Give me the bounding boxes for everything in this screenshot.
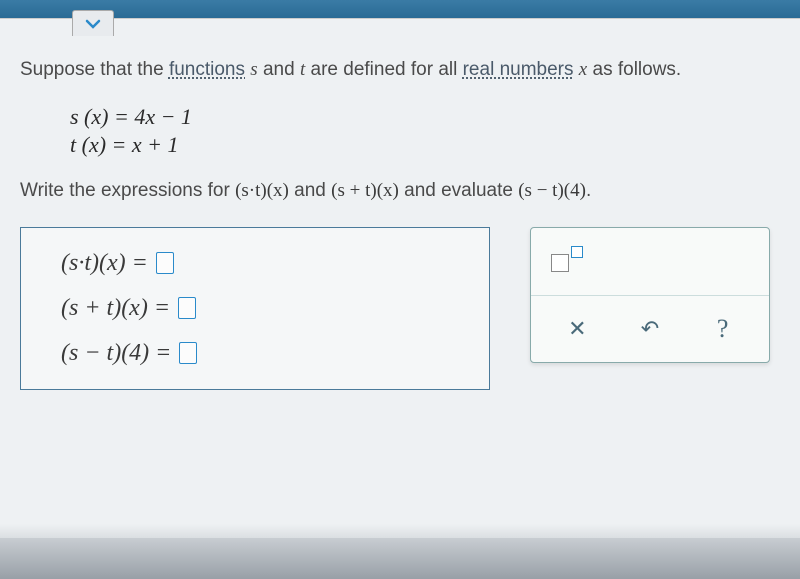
- question-icon: ?: [717, 314, 729, 343]
- tools-panel: ✕ ↶ ?: [530, 227, 770, 363]
- answer-box: (s·t)(x) = (s + t)(x) = (s − t)(4) =: [20, 227, 490, 390]
- text: Suppose that the: [20, 59, 169, 80]
- text: and evaluate: [399, 180, 518, 201]
- definition-t: t (x) = x + 1: [70, 132, 780, 158]
- definition-s: s (x) = 4x − 1: [70, 104, 780, 130]
- var-s: s: [250, 59, 257, 80]
- problem-content: Suppose that the functions s and t are d…: [0, 18, 800, 538]
- undo-icon: ↶: [641, 316, 659, 341]
- text: .: [586, 180, 591, 201]
- chevron-down-icon: [85, 19, 101, 29]
- expr-product: (s·t)(x): [235, 180, 289, 201]
- answer-area: (s·t)(x) = (s + t)(x) = (s − t)(4) =: [20, 227, 780, 390]
- answer-row-product: (s·t)(x) =: [61, 250, 459, 277]
- answer-row-sum: (s + t)(x) =: [61, 295, 459, 322]
- label: (s + t)(x) =: [61, 295, 170, 322]
- tools-bottom: ✕ ↶ ?: [531, 296, 769, 362]
- text: as follows.: [587, 59, 681, 80]
- var-x: x: [579, 59, 587, 80]
- clear-button[interactable]: ✕: [557, 316, 597, 342]
- function-definitions: s (x) = 4x − 1 t (x) = x + 1: [70, 104, 780, 158]
- help-button[interactable]: ?: [703, 314, 743, 344]
- term-real-numbers[interactable]: real numbers: [463, 59, 574, 80]
- answer-row-diff: (s − t)(4) =: [61, 340, 459, 367]
- text: Write the expressions for: [20, 180, 235, 201]
- expr-sum: (s + t)(x): [331, 180, 399, 201]
- instruction-text: Write the expressions for (s·t)(x) and (…: [20, 180, 780, 202]
- text: and: [258, 59, 300, 80]
- exponent-base-icon: [551, 254, 569, 272]
- input-product[interactable]: [156, 252, 174, 274]
- label: (s − t)(4) =: [61, 340, 171, 367]
- expr-diff-eval: (s − t)(4): [518, 180, 586, 201]
- exponent-power-icon: [571, 246, 583, 258]
- reset-button[interactable]: ↶: [630, 316, 670, 342]
- exponent-tool[interactable]: [551, 246, 583, 272]
- input-sum[interactable]: [178, 297, 196, 319]
- text: and: [289, 180, 331, 201]
- tools-top: [531, 228, 769, 296]
- top-bar: [0, 0, 800, 18]
- close-icon: ✕: [568, 316, 586, 341]
- term-functions[interactable]: functions: [169, 59, 245, 80]
- input-diff[interactable]: [179, 342, 197, 364]
- text: are defined for all: [305, 59, 462, 80]
- dropdown-tab[interactable]: [72, 10, 114, 36]
- label: (s·t)(x) =: [61, 250, 148, 277]
- problem-intro: Suppose that the functions s and t are d…: [20, 57, 780, 84]
